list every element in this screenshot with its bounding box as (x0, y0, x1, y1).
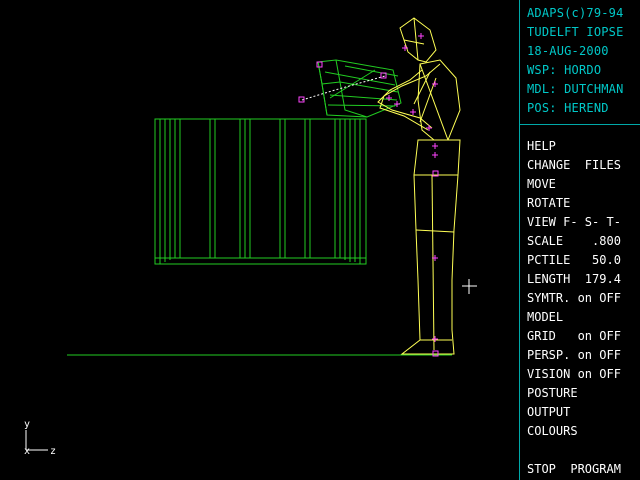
axis-y-label: y (24, 419, 31, 430)
menu-item-posture[interactable]: POSTURE (527, 384, 640, 403)
menu-item-vision[interactable]: VISION on OFF (527, 365, 640, 384)
side-panel: ADAPS(c)79-94 TUDELFT IOPSE 18-AUG-2000 … (519, 0, 640, 480)
axis-z-label: z (50, 446, 57, 457)
menu-item-output[interactable]: OUTPUT (527, 403, 640, 422)
crosshair-cursor-icon (462, 279, 477, 294)
menu-item-change-files[interactable]: CHANGE FILES (527, 156, 640, 175)
scene-canvas (67, 17, 461, 357)
menu-item-view[interactable]: VIEW F- S- T- (527, 213, 640, 232)
menu-item-stop-program[interactable]: STOP PROGRAM (527, 460, 640, 479)
workspace-label: WSP: HORDO (527, 63, 602, 77)
command-menu: HELP CHANGE FILES MOVE ROTATE VIEW F- S-… (520, 125, 640, 479)
cabinet-object (154, 118, 367, 265)
menu-item-move[interactable]: MOVE (527, 175, 640, 194)
menu-item-grid[interactable]: GRID on OFF (527, 327, 640, 346)
status-header: ADAPS(c)79-94 TUDELFT IOPSE 18-AUG-2000 … (520, 0, 640, 125)
menu-item-model[interactable]: MODEL (527, 308, 640, 327)
menu-item-length[interactable]: LENGTH 179.4 (527, 270, 640, 289)
menu-item-symtr[interactable]: SYMTR. on OFF (527, 289, 640, 308)
axis-indicator: y x z (22, 420, 62, 460)
menu-item-scale[interactable]: SCALE .800 (527, 232, 640, 251)
model-label: MDL: DUTCHMAN (527, 82, 624, 96)
menu-item-pctile[interactable]: PCTILE 50.0 (527, 251, 640, 270)
menu-item-rotate[interactable]: ROTATE (527, 194, 640, 213)
app-title: ADAPS(c)79-94 (527, 6, 624, 20)
manikin-figure (377, 17, 461, 355)
institution-label: TUDELFT IOPSE (527, 25, 624, 39)
date-label: 18-AUG-2000 (527, 44, 609, 58)
axis-x-label: x (24, 446, 31, 457)
joint-markers (298, 33, 439, 357)
menu-item-persp[interactable]: PERSP. on OFF (527, 346, 640, 365)
menu-item-colours[interactable]: COLOURS (527, 422, 640, 441)
3d-viewport[interactable]: y x z (0, 0, 519, 480)
position-label: POS: HEREND (527, 101, 609, 115)
menu-item-help[interactable]: HELP (527, 137, 640, 156)
